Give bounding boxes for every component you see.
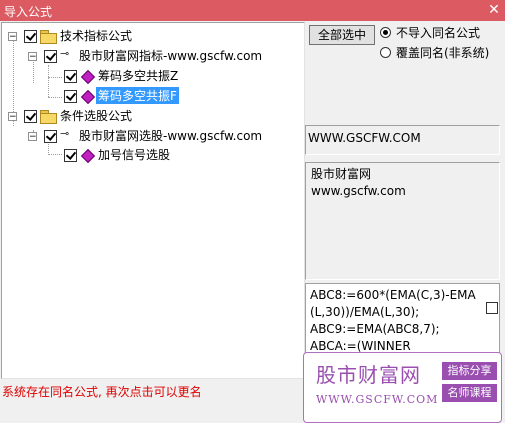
key-icon: ⊸ [60,47,70,60]
collapse-toggle[interactable]: − [28,132,37,142]
group-label[interactable]: 条件选股公式 [60,107,132,124]
dialog-body: − 技术指标公式 − ⊸ 股市财富网指标-www.gscfw.com 筹码多空共… [0,21,505,423]
window-title: 导入公式 [4,5,53,19]
site-checkbox[interactable] [44,130,57,143]
watermark-title: 股市财富网 [316,363,421,387]
formula-icon [80,89,96,105]
author-url-field: WWW.GSCFW.COM [305,125,500,155]
key-icon: ⊸ [60,127,70,140]
watermark-logo: 股市财富网 WWW.GSCFW.COM 指标分享 名师课程 [303,352,502,423]
collapse-toggle[interactable]: − [8,32,17,42]
collapse-toggle[interactable]: − [8,112,17,122]
site-label[interactable]: 股市财富网选股-www.gscfw.com [79,127,262,144]
select-all-button[interactable]: 全部选中 [309,25,375,45]
code-line: ABC9:=EMA(ABC8,7); [310,322,440,336]
tree-line [48,65,49,97]
formula-tree[interactable]: − 技术指标公式 − ⊸ 股市财富网指标-www.gscfw.com 筹码多空共… [1,22,305,379]
formula-item-selected[interactable]: 筹码多空共振F [96,87,179,104]
group-checkbox[interactable] [24,30,37,43]
radio-icon[interactable] [380,47,391,58]
formula-checkbox[interactable] [64,70,77,83]
formula-item[interactable]: 筹码多空共振Z [98,67,178,84]
watermark-url: WWW.GSCFW.COM [316,393,439,406]
watermark-tag: 名师课程 [442,384,497,402]
group-checkbox[interactable] [24,110,37,123]
tree-line [48,154,62,155]
description-line: 股市财富网 [311,167,372,181]
collapse-toggle[interactable]: − [28,52,37,62]
formula-icon [80,148,96,164]
site-label[interactable]: 股市财富网指标-www.gscfw.com [79,47,262,64]
formula-icon [80,69,96,85]
tree-line [48,77,62,78]
radio-label: 不导入同名公式 [396,26,481,40]
formula-checkbox[interactable] [64,149,77,162]
formula-checkbox[interactable] [64,90,77,103]
description-field: 股市财富网 www.gscfw.com [305,162,500,280]
radio-icon[interactable] [380,27,391,38]
folder-icon [40,30,57,44]
site-checkbox[interactable] [44,50,57,63]
code-line: (L,30))/EMA(L,30); [310,305,420,319]
tree-line [48,97,62,98]
close-button[interactable]: ✕ [485,1,503,19]
watermark-tag: 指标分享 [442,362,497,380]
status-message: 系统存在同名公式, 再次点击可以更名 [2,385,202,399]
code-line: ABC8:=600*(EMA(C,3)-EMA [310,288,476,302]
title-bar: 导入公式 ✕ [0,0,505,21]
formula-item[interactable]: 加号信号选股 [98,146,170,163]
description-line: www.gscfw.com [311,184,406,198]
folder-icon [40,110,57,124]
code-option-checkbox[interactable] [486,302,498,314]
radio-label: 覆盖同名(非系统) [396,46,490,60]
group-label[interactable]: 技术指标公式 [60,27,132,44]
